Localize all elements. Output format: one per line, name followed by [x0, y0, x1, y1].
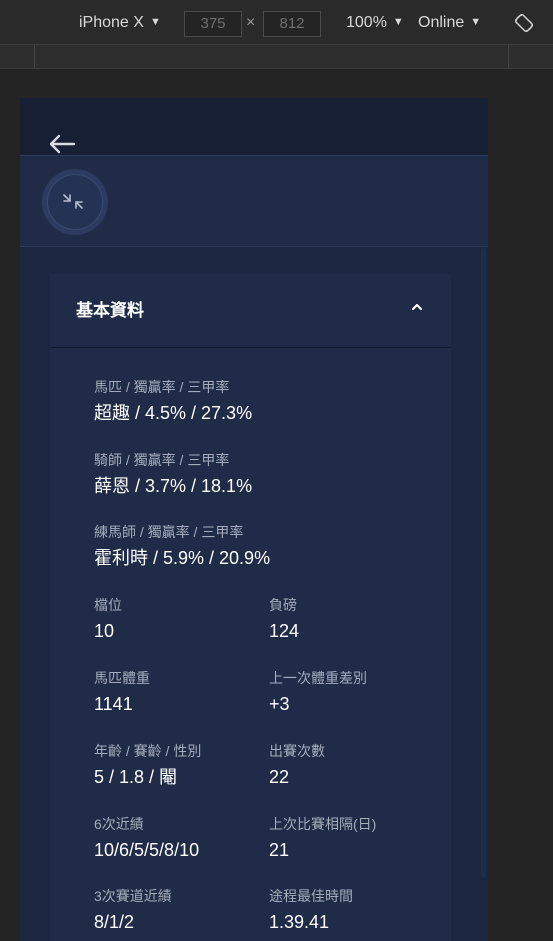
- age-field: 年齡 / 賽齡 / 性別 5 / 1.8 / 閹: [94, 742, 201, 788]
- arrow-left-icon[interactable]: [48, 134, 76, 154]
- weight-diff-field: 上一次體重差別 +3: [269, 669, 367, 715]
- field-value: 10/6/5/5/8/10: [94, 840, 200, 860]
- basic-info-card: 基本資料 馬匹 / 獨贏率 / 三甲率 超趣 / 4.5% / 27.3% 騎師…: [50, 274, 451, 941]
- field-value: 1141: [94, 694, 133, 714]
- ruler-segment: [34, 45, 35, 68]
- caret-down-icon: ▼: [149, 16, 161, 28]
- field-label: 檔位: [94, 597, 122, 613]
- weight-carried-field: 負磅 124: [269, 596, 299, 642]
- field-label: 騎師 / 獨贏率 / 三甲率: [94, 452, 230, 468]
- network-throttle-select[interactable]: Online ▼: [418, 14, 481, 32]
- width-input[interactable]: 375: [184, 11, 242, 37]
- starts-field: 出賽次數 22: [269, 742, 325, 788]
- field-value: 薛恩 / 3.7% / 18.1%: [94, 476, 253, 496]
- trainer-field: 練馬師 / 獨贏率 / 三甲率 霍利時 / 5.9% / 20.9%: [94, 523, 270, 569]
- field-label: 途程最佳時間: [269, 888, 353, 904]
- zoom-label: 100%: [346, 14, 387, 31]
- height-input[interactable]: 812: [263, 11, 321, 37]
- network-label: Online: [418, 14, 465, 31]
- device-viewport: 基本資料 馬匹 / 獨贏率 / 三甲率 超趣 / 4.5% / 27.3% 騎師…: [20, 98, 488, 941]
- page-content[interactable]: 基本資料 馬匹 / 獨贏率 / 三甲率 超趣 / 4.5% / 27.3% 騎師…: [20, 248, 488, 941]
- field-value: 124: [269, 621, 300, 641]
- field-label: 6次近績: [94, 816, 144, 832]
- horse-weight-field: 馬匹體重 1141: [94, 669, 150, 715]
- field-label: 負磅: [269, 597, 297, 613]
- field-value: +3: [269, 694, 290, 714]
- recent-form-field: 6次近績 10/6/5/5/8/10: [94, 815, 199, 861]
- caret-down-icon: ▼: [392, 16, 404, 28]
- card-title: 基本資料: [76, 301, 144, 320]
- field-value: 5 / 1.8 / 閹: [94, 767, 178, 787]
- zoom-select[interactable]: 100% ▼: [346, 14, 404, 32]
- dimension-separator: ×: [246, 14, 256, 31]
- jockey-field: 騎師 / 獨贏率 / 三甲率 薛恩 / 3.7% / 18.1%: [94, 451, 252, 497]
- field-label: 馬匹 / 獨贏率 / 三甲率: [94, 379, 230, 395]
- days-since-field: 上次比賽相隔(日) 21: [269, 815, 376, 861]
- ruler-segment: [508, 45, 509, 68]
- scrollbar[interactable]: [481, 248, 486, 878]
- device-label: iPhone X: [79, 14, 144, 31]
- media-query-ruler: [0, 45, 553, 69]
- collapse-arrows-icon: [63, 194, 83, 209]
- track-form-field: 3次賽道近績 8/1/2: [94, 887, 172, 933]
- field-value: 1.39.41: [269, 912, 330, 932]
- field-value: 10: [94, 621, 115, 641]
- device-select[interactable]: iPhone X ▼: [79, 14, 161, 32]
- chevron-up-icon[interactable]: [410, 300, 424, 314]
- devtools-toolbar: iPhone X ▼ 375 × 812 100% ▼ Online ▼: [0, 0, 553, 45]
- app-header: [20, 98, 488, 156]
- field-value: 8/1/2: [94, 912, 135, 932]
- toolbar: [20, 156, 488, 247]
- collapse-button[interactable]: [42, 169, 108, 235]
- field-label: 馬匹體重: [94, 670, 150, 686]
- best-time-field: 途程最佳時間 1.39.41: [269, 887, 353, 933]
- card-header[interactable]: 基本資料: [50, 274, 451, 348]
- field-label: 年齡 / 賽齡 / 性別: [94, 743, 202, 759]
- field-label: 上次比賽相隔(日): [269, 816, 377, 832]
- rotate-icon[interactable]: [514, 13, 534, 33]
- field-value: 22: [269, 767, 290, 787]
- draw-field: 檔位 10: [94, 596, 122, 642]
- field-value: 21: [269, 840, 290, 860]
- field-label: 練馬師 / 獨贏率 / 三甲率: [94, 524, 244, 540]
- caret-down-icon: ▼: [470, 16, 482, 28]
- field-label: 上一次體重差別: [269, 670, 367, 686]
- field-label: 出賽次數: [269, 743, 325, 759]
- field-value: 超趣 / 4.5% / 27.3%: [94, 403, 253, 423]
- field-value: 霍利時 / 5.9% / 20.9%: [94, 548, 271, 568]
- field-label: 3次賽道近績: [94, 888, 172, 904]
- horse-field: 馬匹 / 獨贏率 / 三甲率 超趣 / 4.5% / 27.3%: [94, 378, 252, 424]
